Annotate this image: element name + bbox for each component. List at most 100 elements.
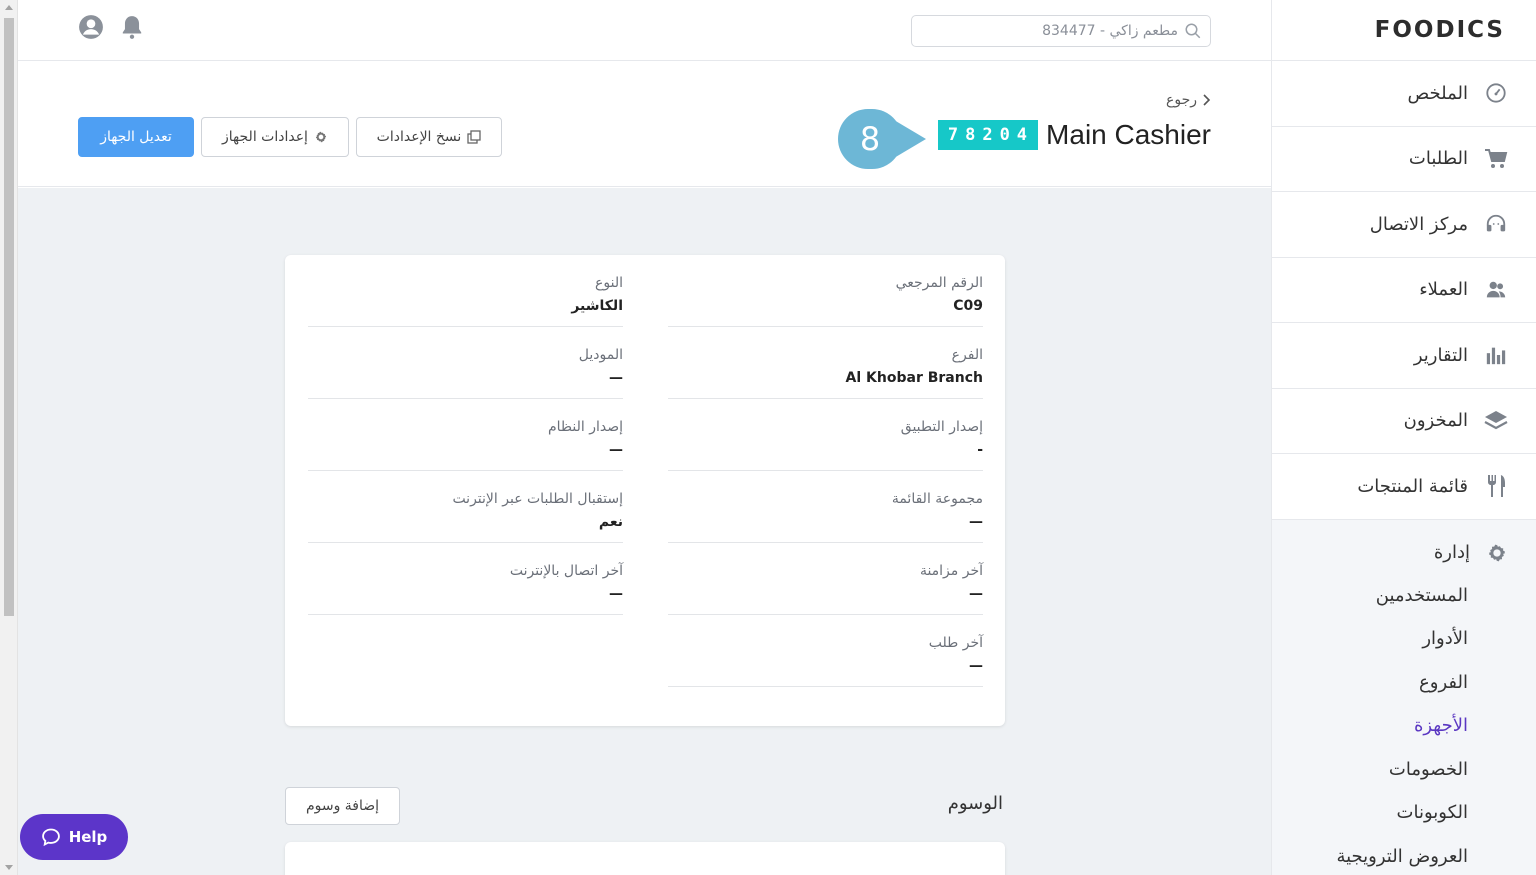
sidebar-item-dashboard[interactable]: الملخص	[1272, 61, 1536, 127]
field-model: الموديل —	[308, 327, 623, 399]
field-label: النوع	[595, 275, 623, 291]
field-value: الكاشير	[571, 298, 623, 314]
sidebar-item-reports[interactable]: التقارير	[1272, 323, 1536, 389]
admin-section: إدارة المستخدمين الأدوار الفروع الأجهزة …	[1272, 519, 1536, 875]
help-label: Help	[68, 828, 108, 846]
field-value: -	[977, 442, 983, 458]
sidebar-item-label: الطلبات	[1408, 148, 1468, 170]
topbar	[18, 0, 1271, 61]
field-label: الفرع	[951, 347, 983, 363]
back-link-label: رجوع	[1165, 92, 1197, 108]
field-value: —	[969, 658, 983, 674]
field-online-orders: إستقبال الطلبات عبر الإنترنت نعم	[308, 471, 623, 543]
sidebar-subitem-promotions[interactable]: العروض الترويجية	[1272, 835, 1536, 875]
sidebar-subitem-branches[interactable]: الفروع	[1272, 661, 1536, 705]
field-label: إصدار النظام	[547, 419, 623, 435]
layers-icon	[1484, 409, 1508, 433]
field-label: الموديل	[578, 347, 623, 363]
sidebar-item-customers[interactable]: العملاء	[1272, 258, 1536, 323]
field-system-version: إصدار النظام —	[308, 399, 623, 471]
field-label: الرقم المرجعي	[895, 275, 983, 291]
sidebar-subitem-roles[interactable]: الأدوار	[1272, 617, 1536, 661]
scrollbar-thumb[interactable]	[4, 18, 14, 616]
page-header: رجوع 78204 Main Cashier 8 نسخ الإعدادات …	[18, 61, 1271, 187]
field-value: —	[969, 586, 983, 602]
sidebar-item-label: قائمة المنتجات	[1357, 475, 1468, 497]
chevron-right-icon	[1203, 94, 1211, 106]
headset-icon	[1484, 212, 1508, 236]
chat-bubble-icon	[41, 828, 60, 847]
field-value: —	[609, 586, 623, 602]
sidebar-subitem-users[interactable]: المستخدمين	[1272, 574, 1536, 618]
field-label: مجموعة القائمة	[891, 491, 983, 507]
copy-settings-label: نسخ الإعدادات	[376, 129, 462, 145]
search-icon	[1185, 23, 1201, 39]
utensils-icon	[1484, 474, 1508, 498]
sidebar-item-inventory[interactable]: المخزون	[1272, 389, 1536, 454]
field-label: آخر مزامنة	[919, 563, 983, 579]
users-icon	[1484, 278, 1508, 302]
field-last-sync: آخر مزامنة —	[668, 543, 983, 615]
tags-section-title: الوسوم	[947, 793, 1003, 814]
field-app-version: إصدار التطبيق -	[668, 399, 983, 471]
sidebar-item-label: العملاء	[1419, 279, 1468, 301]
main-content: الرقم المرجعي C09 النوع الكاشير الفرع Al…	[18, 188, 1271, 875]
tags-card	[285, 842, 1005, 875]
device-code-badge: 78204	[937, 120, 1039, 150]
sidebar-item-menu[interactable]: قائمة المنتجات	[1272, 454, 1536, 520]
field-value: Al Khobar Branch	[845, 370, 983, 386]
field-label: إصدار التطبيق	[900, 419, 983, 435]
notification-bell-icon[interactable]	[119, 14, 145, 40]
page-title: Main Cashier	[1046, 119, 1211, 150]
sidebar-item-label: المخزون	[1403, 410, 1468, 432]
field-value: —	[609, 370, 623, 386]
field-type: النوع الكاشير	[308, 255, 623, 327]
sidebar-item-label: إدارة	[1433, 542, 1470, 563]
scroll-down-arrow-icon[interactable]	[5, 865, 13, 870]
search-box[interactable]	[911, 15, 1211, 47]
field-value: —	[969, 514, 983, 530]
sidebar-item-admin[interactable]: إدارة	[1272, 540, 1536, 566]
edit-device-label: تعديل الجهاز	[100, 129, 172, 145]
help-button[interactable]: Help	[20, 814, 128, 860]
sidebar-subitem-devices[interactable]: الأجهزة	[1272, 704, 1536, 748]
foodics-logo[interactable]: FOODICS	[1272, 0, 1536, 61]
gear-icon	[315, 131, 327, 143]
field-last-online: آخر اتصال بالإنترنت —	[308, 543, 623, 615]
field-value: —	[609, 442, 623, 458]
page-scrollbar[interactable]	[0, 0, 18, 875]
device-settings-button[interactable]: إعدادات الجهاز	[201, 117, 349, 157]
logo-text: FOODICS	[1374, 17, 1505, 43]
scroll-up-arrow-icon[interactable]	[5, 5, 13, 10]
field-value: نعم	[598, 514, 623, 530]
field-label: آخر طلب	[928, 635, 983, 651]
cart-icon	[1484, 147, 1508, 171]
field-last-order: آخر طلب —	[668, 615, 983, 687]
title-row: 78204 Main Cashier	[937, 119, 1211, 151]
search-input[interactable]	[938, 23, 1178, 39]
back-link[interactable]: رجوع	[1166, 92, 1211, 108]
gear-icon	[1488, 544, 1506, 561]
device-settings-label: إعدادات الجهاز	[222, 129, 308, 145]
sidebar-item-orders[interactable]: الطلبات	[1272, 127, 1536, 192]
copy-settings-button[interactable]: نسخ الإعدادات	[356, 117, 502, 157]
field-branch: الفرع Al Khobar Branch	[668, 327, 983, 399]
field-menu-group: مجموعة القائمة —	[668, 471, 983, 543]
sidebar-subitem-coupons[interactable]: الكوبونات	[1272, 791, 1536, 835]
sidebar-subitem-discounts[interactable]: الخصومات	[1272, 748, 1536, 792]
step-number-bubble: 8	[838, 109, 926, 169]
edit-device-button[interactable]: تعديل الجهاز	[78, 117, 194, 157]
field-label: إستقبال الطلبات عبر الإنترنت	[452, 491, 623, 507]
add-tags-button[interactable]: إضافة وسوم	[285, 787, 400, 825]
step-number: 8	[859, 120, 881, 158]
sidebar-item-label: التقارير	[1413, 344, 1468, 366]
copy-icon	[467, 130, 481, 144]
sidebar-item-label: مركز الاتصال	[1369, 213, 1468, 235]
field-label: آخر اتصال بالإنترنت	[509, 563, 623, 579]
device-details-card: الرقم المرجعي C09 النوع الكاشير الفرع Al…	[285, 255, 1005, 726]
sidebar-item-label: الملخص	[1407, 82, 1468, 104]
sidebar: FOODICS الملخص الطلبات مركز الاتصال العم…	[1271, 0, 1536, 875]
user-avatar-icon[interactable]	[78, 14, 104, 40]
field-reference: الرقم المرجعي C09	[668, 255, 983, 327]
sidebar-item-call-center[interactable]: مركز الاتصال	[1272, 192, 1536, 258]
